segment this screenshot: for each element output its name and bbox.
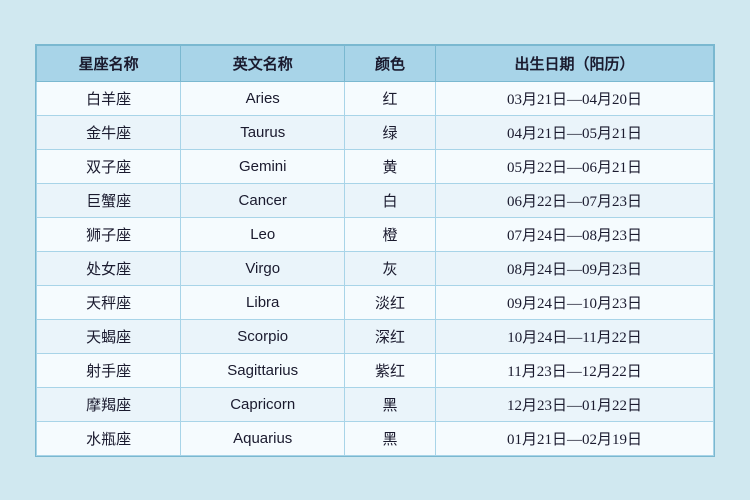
cell-birthdate: 04月21日—05月21日 xyxy=(435,115,713,149)
cell-english-name: Virgo xyxy=(181,251,345,285)
cell-chinese-name: 狮子座 xyxy=(37,217,181,251)
cell-english-name: Taurus xyxy=(181,115,345,149)
cell-english-name: Leo xyxy=(181,217,345,251)
cell-birthdate: 08月24日—09月23日 xyxy=(435,251,713,285)
cell-color: 灰 xyxy=(345,251,436,285)
cell-color: 黑 xyxy=(345,387,436,421)
cell-english-name: Scorpio xyxy=(181,319,345,353)
cell-chinese-name: 射手座 xyxy=(37,353,181,387)
cell-english-name: Aquarius xyxy=(181,421,345,455)
table-body: 白羊座Aries红03月21日—04月20日金牛座Taurus绿04月21日—0… xyxy=(37,81,714,455)
cell-english-name: Libra xyxy=(181,285,345,319)
cell-birthdate: 05月22日—06月21日 xyxy=(435,149,713,183)
zodiac-table-container: 星座名称 英文名称 颜色 出生日期（阳历） 白羊座Aries红03月21日—04… xyxy=(35,44,715,457)
table-row: 摩羯座Capricorn黑12月23日—01月22日 xyxy=(37,387,714,421)
cell-color: 黄 xyxy=(345,149,436,183)
cell-english-name: Cancer xyxy=(181,183,345,217)
cell-birthdate: 07月24日—08月23日 xyxy=(435,217,713,251)
cell-chinese-name: 巨蟹座 xyxy=(37,183,181,217)
cell-birthdate: 09月24日—10月23日 xyxy=(435,285,713,319)
table-header-row: 星座名称 英文名称 颜色 出生日期（阳历） xyxy=(37,45,714,81)
header-english-name: 英文名称 xyxy=(181,45,345,81)
table-row: 处女座Virgo灰08月24日—09月23日 xyxy=(37,251,714,285)
cell-chinese-name: 双子座 xyxy=(37,149,181,183)
cell-chinese-name: 天秤座 xyxy=(37,285,181,319)
cell-chinese-name: 处女座 xyxy=(37,251,181,285)
zodiac-table: 星座名称 英文名称 颜色 出生日期（阳历） 白羊座Aries红03月21日—04… xyxy=(36,45,714,456)
cell-birthdate: 12月23日—01月22日 xyxy=(435,387,713,421)
cell-english-name: Capricorn xyxy=(181,387,345,421)
table-row: 巨蟹座Cancer白06月22日—07月23日 xyxy=(37,183,714,217)
cell-color: 绿 xyxy=(345,115,436,149)
cell-color: 深红 xyxy=(345,319,436,353)
table-row: 双子座Gemini黄05月22日—06月21日 xyxy=(37,149,714,183)
header-chinese-name: 星座名称 xyxy=(37,45,181,81)
cell-birthdate: 01月21日—02月19日 xyxy=(435,421,713,455)
table-row: 天秤座Libra淡红09月24日—10月23日 xyxy=(37,285,714,319)
cell-chinese-name: 天蝎座 xyxy=(37,319,181,353)
cell-english-name: Aries xyxy=(181,81,345,115)
table-row: 狮子座Leo橙07月24日—08月23日 xyxy=(37,217,714,251)
header-birthdate: 出生日期（阳历） xyxy=(435,45,713,81)
cell-english-name: Gemini xyxy=(181,149,345,183)
cell-chinese-name: 水瓶座 xyxy=(37,421,181,455)
table-row: 金牛座Taurus绿04月21日—05月21日 xyxy=(37,115,714,149)
cell-english-name: Sagittarius xyxy=(181,353,345,387)
cell-chinese-name: 白羊座 xyxy=(37,81,181,115)
table-row: 天蝎座Scorpio深红10月24日—11月22日 xyxy=(37,319,714,353)
table-row: 水瓶座Aquarius黑01月21日—02月19日 xyxy=(37,421,714,455)
cell-color: 白 xyxy=(345,183,436,217)
header-color: 颜色 xyxy=(345,45,436,81)
cell-birthdate: 11月23日—12月22日 xyxy=(435,353,713,387)
cell-chinese-name: 摩羯座 xyxy=(37,387,181,421)
cell-chinese-name: 金牛座 xyxy=(37,115,181,149)
cell-birthdate: 03月21日—04月20日 xyxy=(435,81,713,115)
cell-color: 橙 xyxy=(345,217,436,251)
cell-birthdate: 10月24日—11月22日 xyxy=(435,319,713,353)
cell-color: 紫红 xyxy=(345,353,436,387)
cell-color: 淡红 xyxy=(345,285,436,319)
table-row: 白羊座Aries红03月21日—04月20日 xyxy=(37,81,714,115)
cell-color: 红 xyxy=(345,81,436,115)
cell-color: 黑 xyxy=(345,421,436,455)
cell-birthdate: 06月22日—07月23日 xyxy=(435,183,713,217)
table-row: 射手座Sagittarius紫红11月23日—12月22日 xyxy=(37,353,714,387)
